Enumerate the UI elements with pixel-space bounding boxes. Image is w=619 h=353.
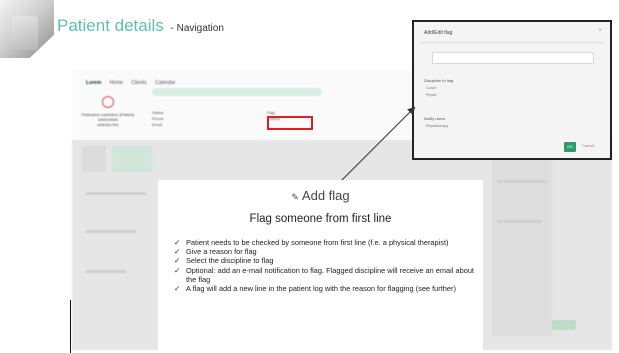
app-content-line [86, 230, 136, 233]
checkmark-icon: ✓ [174, 238, 181, 247]
divider-line [70, 300, 71, 353]
list-item-text: Give a reason for flag [186, 247, 257, 257]
modal-divider [420, 42, 604, 43]
panel-heading: ✎ Add flag [158, 188, 483, 203]
pencil-icon: ✎ [291, 192, 299, 202]
flag-reason-input[interactable] [432, 52, 594, 64]
slide-title-text: Patient details [57, 16, 164, 35]
add-flag-modal-inset: Add/Edit flag × Discipline to flag Coach… [412, 20, 612, 160]
patient-avatar [102, 96, 114, 108]
list-item: ✓ A flag will add a new line in the patie… [174, 284, 479, 293]
app-nav-item: Calendar [155, 80, 176, 86]
list-item-text: Patient needs to be checked by someone f… [186, 238, 449, 247]
app-content-line [86, 270, 126, 273]
checkmark-icon: ✓ [174, 265, 181, 275]
list-item: ✓ Select the discipline to flag [174, 256, 479, 265]
discipline-option[interactable]: Coach [426, 86, 436, 90]
notify-option[interactable]: Physiotherapy [426, 124, 448, 128]
slide: Patient details - Navigation Lorem Home … [0, 0, 619, 353]
app-content-chip [82, 146, 106, 172]
instruction-panel: ✎ Add flag Flag someone from first line ✓… [158, 180, 483, 353]
app-content-line [497, 220, 542, 223]
app-save-button [552, 320, 576, 330]
panel-heading-text: Add flag [301, 188, 350, 203]
app-search-field [152, 88, 322, 96]
corner-decoration [0, 0, 54, 58]
info-line: Email [152, 122, 163, 127]
checkmark-icon: ✓ [174, 284, 181, 294]
app-side-column [492, 146, 552, 336]
list-item-text: Optional: add an e-mail notification to … [186, 265, 474, 284]
list-item-text: Select the discipline to flag [186, 256, 274, 266]
checkmark-icon: ✓ [174, 247, 181, 257]
cancel-button[interactable]: Cancel [582, 143, 594, 148]
patient-line: address line [97, 122, 119, 127]
patient-info: Firstname Lastname (Patient) 00/00/0000 … [78, 112, 138, 127]
checkmark-icon: ✓ [174, 256, 181, 266]
close-icon[interactable]: × [598, 28, 602, 34]
list-item-text: A flag will add a new line in the patien… [186, 284, 456, 294]
app-content-line [497, 180, 547, 183]
app-nav-item: Clients [131, 80, 147, 86]
notify-label: Notify users [424, 116, 446, 121]
ok-button[interactable]: OK [564, 142, 576, 152]
app-content-chip [112, 146, 152, 172]
discipline-label: Discipline to flag [424, 78, 454, 83]
slide-subtitle: - Navigation [170, 23, 224, 34]
app-nav-item: Home [109, 80, 124, 86]
app-top-nav: Lorem Home Clients Calendar [86, 80, 182, 86]
slide-title: Patient details - Navigation [57, 16, 224, 36]
modal-title: Add/Edit flag [424, 30, 453, 36]
list-item: ✓ Patient needs to be checked by someone … [174, 238, 479, 247]
app-nav-item: Lorem [86, 80, 102, 86]
corner-decoration-inner [12, 16, 38, 50]
list-item: ✓ Give a reason for flag [174, 247, 479, 256]
add-flag-highlight [267, 116, 313, 130]
discipline-option[interactable]: Physio [426, 93, 437, 97]
instruction-list: ✓ Patient needs to be checked by someone … [174, 238, 479, 293]
list-item: ✓ Optional: add an e-mail notification to… [174, 266, 479, 284]
patient-info-column: Status Phone Email [152, 110, 164, 128]
app-content-line [86, 192, 146, 195]
panel-subheading: Flag someone from first line [249, 213, 392, 225]
